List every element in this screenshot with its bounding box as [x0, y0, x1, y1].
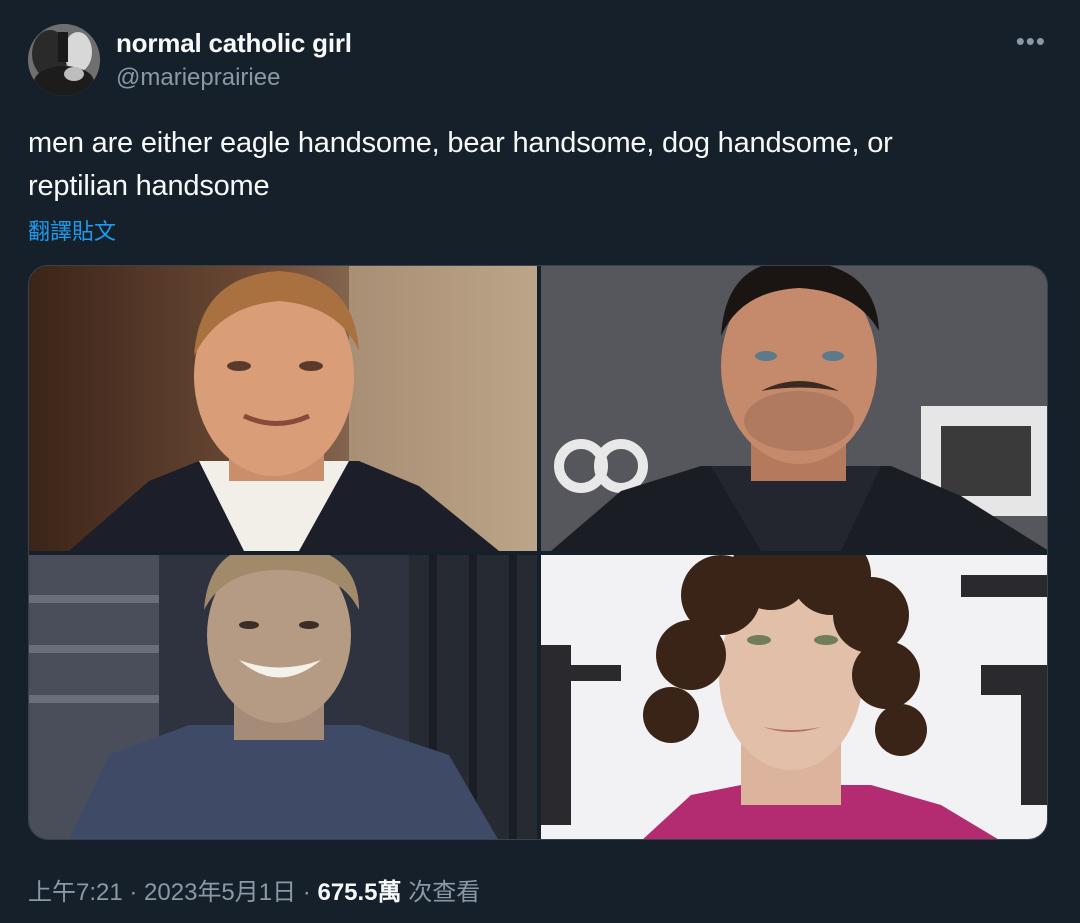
avatar-image — [28, 24, 100, 96]
man-photo-eagle — [29, 266, 537, 551]
media-grid — [28, 265, 1048, 840]
media-photo-4[interactable] — [541, 555, 1047, 839]
avatar[interactable] — [28, 24, 100, 96]
tweet-text: men are either eagle handsome, bear hand… — [28, 122, 1028, 208]
tweet-time[interactable]: 上午7:21 — [28, 879, 123, 906]
tweet-card: normal catholic girl @marieprairiee ••• … — [0, 0, 1080, 923]
meta-separator: · — [296, 879, 318, 906]
user-handle[interactable]: @marieprairiee — [116, 64, 280, 92]
view-count: 675.5萬 — [317, 879, 402, 906]
man-photo-reptilian — [541, 555, 1047, 839]
tweet-meta: 上午7:21 · 2023年5月1日 · 675.5萬 次查看 — [28, 872, 480, 907]
display-name[interactable]: normal catholic girl — [116, 28, 352, 59]
media-photo-3[interactable] — [29, 555, 537, 839]
man-photo-bear — [541, 266, 1047, 551]
tweet-text-line: men are either eagle handsome, bear hand… — [28, 127, 893, 159]
tweet-text-line: reptilian handsome — [28, 170, 270, 202]
media-photo-1[interactable] — [29, 266, 537, 551]
view-label: 次查看 — [401, 879, 481, 906]
translate-post-link[interactable]: 翻譯貼文 — [28, 214, 116, 246]
media-photo-2[interactable] — [541, 266, 1047, 551]
tweet-date[interactable]: 2023年5月1日 — [144, 879, 296, 906]
meta-separator: · — [122, 879, 145, 906]
man-photo-dog — [29, 555, 537, 839]
more-options-icon[interactable]: ••• — [1016, 26, 1046, 57]
